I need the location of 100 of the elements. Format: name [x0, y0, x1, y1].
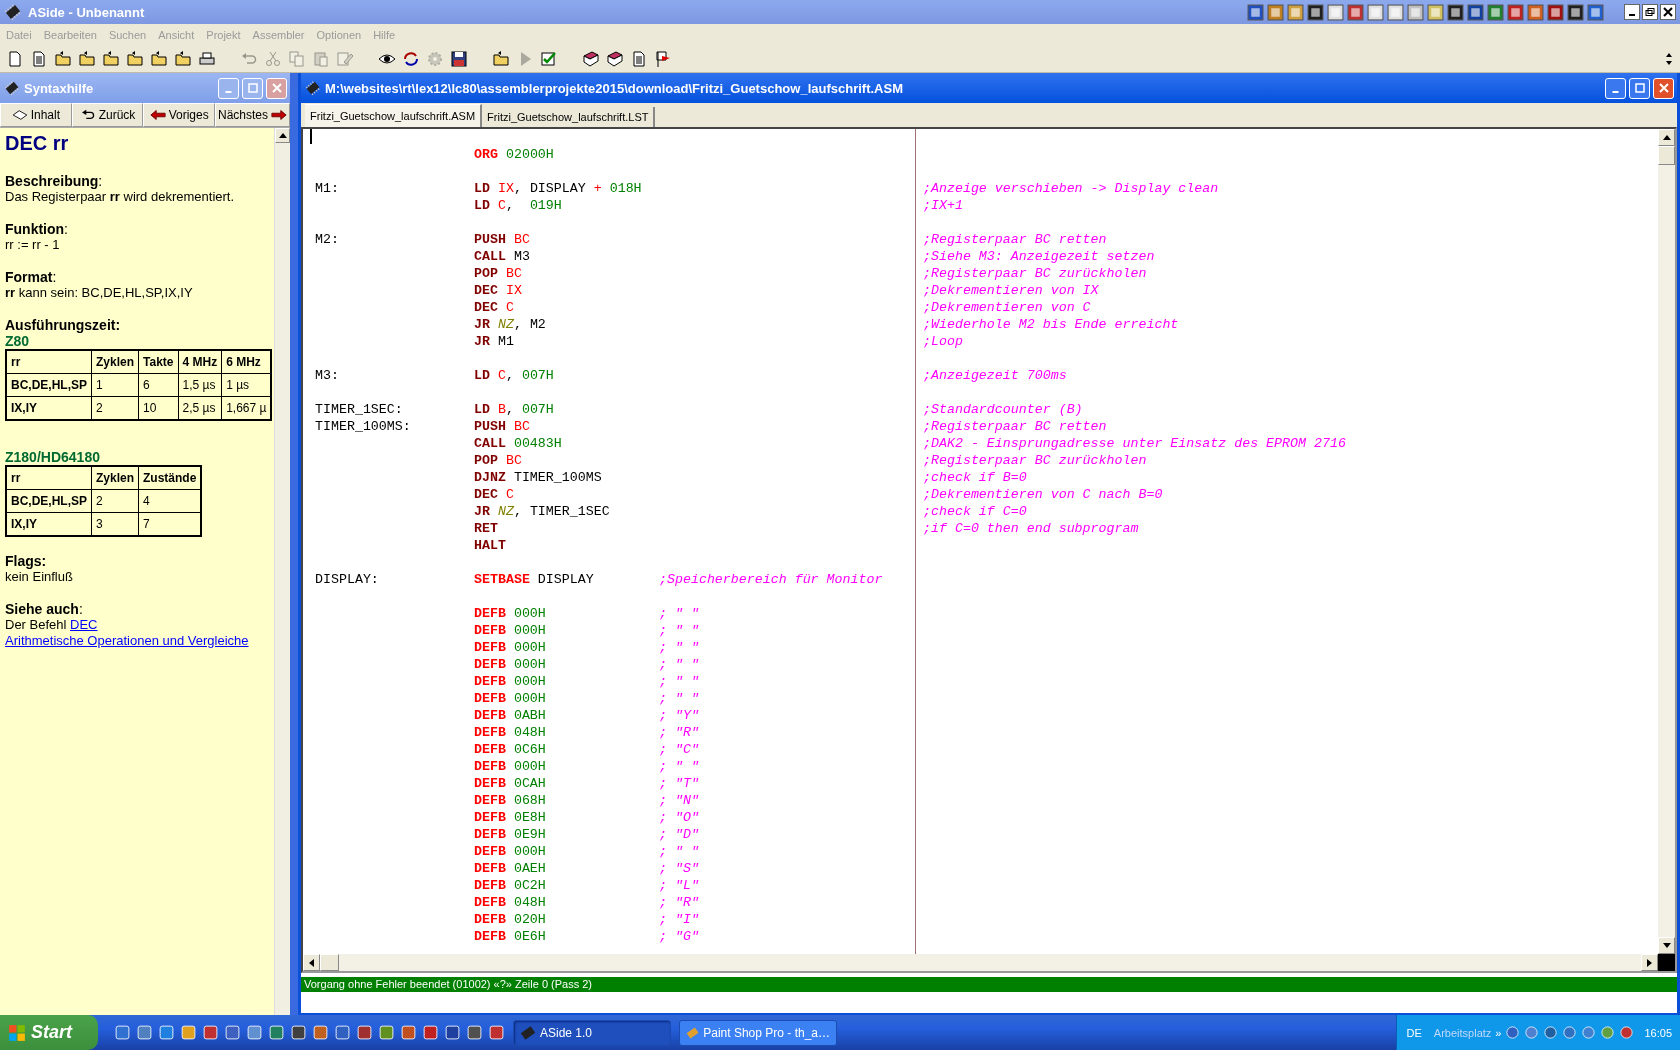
close-button[interactable] — [1660, 4, 1676, 20]
help-link[interactable]: DEC — [70, 617, 98, 632]
section-text: Der Befehl — [5, 617, 67, 632]
code-comment: ; "G" — [659, 928, 700, 945]
quick-launch-icon[interactable] — [246, 1024, 263, 1041]
flag-icon[interactable] — [654, 50, 672, 68]
table-title: Z180/HD64180 — [5, 449, 101, 465]
horizontal-scrollbar[interactable] — [303, 954, 1675, 971]
app-shortcut-icon[interactable] — [1307, 3, 1324, 21]
quick-launch-icon[interactable] — [422, 1024, 439, 1041]
help-link[interactable]: Arithmetische Operationen und Vergleiche — [5, 633, 249, 648]
quick-launch-icon[interactable] — [378, 1024, 395, 1041]
folder-icon[interactable] — [78, 50, 96, 68]
app-shortcut-icon[interactable] — [1287, 3, 1304, 21]
column-header: 4 MHz — [178, 350, 222, 374]
folder-icon[interactable] — [150, 50, 168, 68]
quick-launch-icon[interactable] — [202, 1024, 219, 1041]
up-arrow-icon[interactable] — [278, 133, 287, 138]
folder-icon[interactable] — [126, 50, 144, 68]
toolbar-label[interactable]: Arbeitsplatz — [1433, 1026, 1492, 1039]
code-label: M2: — [315, 231, 340, 248]
code-comment: ; " " — [659, 622, 700, 639]
app-shortcut-icon[interactable] — [1447, 3, 1464, 21]
quick-launch-icon[interactable] — [334, 1024, 351, 1041]
help-nav-button[interactable]: Voriges — [143, 103, 215, 127]
vertical-scrollbar[interactable] — [1658, 129, 1675, 954]
code-comment: ; "L" — [659, 877, 700, 894]
folder-icon[interactable] — [492, 50, 510, 68]
down-arrow-icon[interactable] — [1662, 943, 1671, 948]
tray-icon[interactable] — [1543, 1025, 1559, 1040]
quick-launch-icon[interactable] — [444, 1024, 461, 1041]
folder-icon[interactable] — [54, 50, 72, 68]
vertical-scrollbar[interactable] — [274, 128, 290, 1015]
app-shortcut-icon[interactable] — [1367, 3, 1384, 21]
arrows-icon[interactable] — [402, 50, 420, 68]
quick-launch-icon[interactable] — [158, 1024, 175, 1041]
help-nav-button[interactable]: Zurück — [71, 103, 144, 127]
app-shortcut-icon[interactable] — [1427, 3, 1444, 21]
undo-arrow-icon — [79, 109, 96, 121]
code-comment: ;if C=0 then end subprogram — [923, 520, 1140, 537]
quick-launch-icon[interactable] — [224, 1024, 241, 1041]
code-comment: ; " " — [659, 656, 700, 673]
tray-icon[interactable] — [1562, 1025, 1578, 1040]
right-arrow-icon[interactable] — [1647, 958, 1652, 967]
app-shortcut-icon[interactable] — [1487, 3, 1504, 21]
document-icon[interactable] — [30, 50, 48, 68]
code-instruction: DEFB 0E6H — [474, 928, 547, 945]
app-shortcut-icon[interactable] — [1547, 3, 1564, 21]
code-instruction: JR NZ, TIMER_1SEC — [474, 503, 611, 520]
app-shortcut-icon[interactable] — [1347, 3, 1364, 21]
app-shortcut-icon[interactable] — [1527, 3, 1544, 21]
language-indicator[interactable]: DE — [1406, 1026, 1422, 1039]
quick-launch-icon[interactable] — [488, 1024, 505, 1041]
page-icon[interactable] — [6, 50, 24, 68]
app-shortcut-icon[interactable] — [1407, 3, 1424, 21]
table-title: Z80 — [5, 333, 31, 349]
app-shortcut-icon[interactable] — [1467, 3, 1484, 21]
printer-icon[interactable] — [198, 50, 216, 68]
document-icon[interactable] — [630, 50, 648, 68]
quick-launch-icon[interactable] — [136, 1024, 153, 1041]
expand-chevron[interactable]: » — [1495, 1026, 1502, 1039]
folder-icon[interactable] — [174, 50, 192, 68]
app-shortcut-icon[interactable] — [1247, 3, 1264, 21]
quick-launch-icon[interactable] — [356, 1024, 373, 1041]
code-label: DISPLAY: — [315, 571, 380, 588]
app-shortcut-icon[interactable] — [1587, 3, 1604, 21]
app-shortcut-icon[interactable] — [1507, 3, 1524, 21]
scroll-thumb[interactable] — [1658, 146, 1675, 165]
quick-launch-icon[interactable] — [466, 1024, 483, 1041]
scroll-thumb[interactable] — [320, 954, 339, 971]
quick-launch-icon[interactable] — [180, 1024, 197, 1041]
section-title: Funktion: — [5, 221, 69, 237]
up-arrow-icon[interactable] — [1662, 135, 1671, 140]
minimize-button[interactable] — [1624, 4, 1640, 20]
clock: 16:05 — [1644, 1026, 1672, 1039]
tray-icon[interactable] — [1619, 1025, 1635, 1040]
code-instruction: HALT — [474, 537, 507, 554]
quick-launch-icon[interactable] — [400, 1024, 417, 1041]
code-instruction: DEFB 068H — [474, 792, 547, 809]
quick-launch-icon[interactable] — [268, 1024, 285, 1041]
app-shortcut-icon[interactable] — [1387, 3, 1404, 21]
checkmark-icon[interactable] — [540, 50, 558, 68]
app-shortcut-icon[interactable] — [1327, 3, 1344, 21]
start-button[interactable]: Start — [0, 1015, 98, 1050]
restore-button[interactable] — [1642, 4, 1658, 20]
left-arrow-icon[interactable] — [309, 958, 314, 967]
help-nav-button[interactable]: Nächstes — [214, 103, 290, 127]
help-nav-button[interactable]: Inhalt — [0, 103, 72, 127]
code-instruction: DEFB 0E9H — [474, 826, 547, 843]
app-shortcut-icon[interactable] — [1567, 3, 1584, 21]
tray-icon[interactable] — [1505, 1025, 1521, 1040]
folder-icon[interactable] — [102, 50, 120, 68]
maximize-button[interactable] — [1629, 77, 1650, 99]
taskbar-button[interactable]: ASide 1.0 — [513, 1019, 671, 1046]
app-shortcut-icon[interactable] — [1267, 3, 1284, 21]
quick-launch-icon[interactable] — [114, 1024, 131, 1041]
quick-launch-icon[interactable] — [290, 1024, 307, 1041]
quick-launch-icon[interactable] — [312, 1024, 329, 1041]
taskbar-button[interactable]: Paint Shop Pro - th_a… — [679, 1019, 837, 1046]
file-tab[interactable]: Fritzi_Guetschow_laufschrift.ASM — [305, 104, 483, 127]
